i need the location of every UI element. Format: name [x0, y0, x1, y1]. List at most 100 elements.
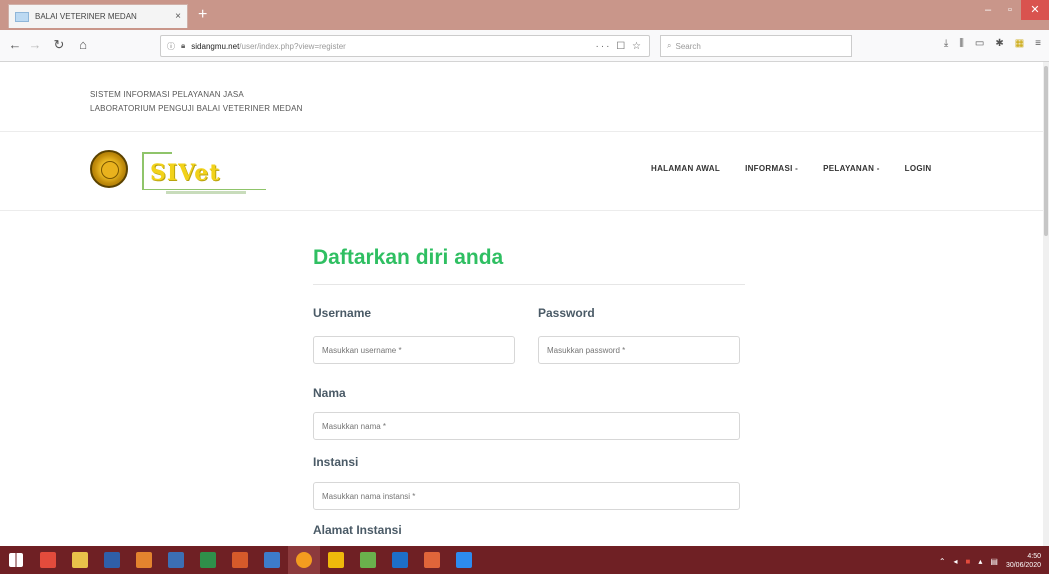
minimize-button[interactable]: – [977, 0, 999, 20]
forward-icon[interactable]: → [26, 37, 44, 52]
logo-frame [142, 152, 148, 190]
network-icon[interactable]: ▴ [978, 557, 982, 566]
app-icon [264, 552, 280, 568]
taskbar-app[interactable] [416, 546, 448, 574]
tab-title: BALAI VETERINER MEDAN [35, 12, 137, 21]
menu-pelayanan[interactable]: PELAYANAN - [823, 164, 880, 173]
window-controls: – ▫ ✕ [977, 0, 1049, 20]
site-info-line1: SISTEM INFORMASI PELAYANAN JASA [90, 90, 244, 99]
password-input[interactable] [538, 336, 740, 364]
site-info: SISTEM INFORMASI PELAYANAN JASA LABORATO… [90, 88, 303, 116]
app-icon [328, 552, 344, 568]
toolbar-icons: ⤓ ⫼ ▭ ✱ ▦ ≡ [944, 38, 1041, 49]
lock-icon: 🔒︎ [181, 41, 186, 50]
taskbar-app[interactable] [352, 546, 384, 574]
extension-icon[interactable]: ✱ [995, 38, 1003, 49]
divider [0, 210, 1049, 211]
instansi-label: Instansi [313, 455, 359, 469]
menu-halaman-awal[interactable]: HALAMAN AWAL [651, 164, 720, 173]
taskbar: ⌃ ◂ ■ ▴ ▤ 4:50 30/06/2020 [0, 546, 1049, 574]
taskbar-app[interactable] [384, 546, 416, 574]
addon-icon[interactable]: ▦ [1015, 38, 1024, 49]
taskbar-app[interactable] [192, 546, 224, 574]
app-icon [424, 552, 440, 568]
taskbar-app[interactable] [224, 546, 256, 574]
instansi-input[interactable] [313, 482, 740, 510]
start-button[interactable] [0, 546, 32, 574]
alamat-instansi-label: Alamat Instansi [313, 523, 402, 537]
main-menu: HALAMAN AWAL INFORMASI - PELAYANAN - LOG… [651, 164, 932, 173]
divider [0, 131, 1049, 132]
excel-icon [200, 552, 216, 568]
scrollbar-thumb[interactable] [1044, 66, 1048, 236]
home-icon[interactable]: ⌂ [74, 37, 92, 52]
url-bar[interactable]: ⓘ 🔒︎ sidangmu.net/user/index.php?view=re… [160, 35, 650, 57]
logo-tagline [166, 191, 246, 194]
nama-input[interactable] [313, 412, 740, 440]
logo-underline [142, 189, 266, 190]
password-label: Password [538, 306, 595, 320]
windows-icon [9, 553, 23, 567]
sivet-logo[interactable]: SIVet [142, 152, 266, 196]
browser-tab[interactable]: BALAI VETERINER MEDAN × [8, 4, 188, 28]
search-placeholder: Search [675, 41, 701, 51]
system-tray: ⌃ ◂ ■ ▴ ▤ 4:50 30/06/2020 [939, 552, 1041, 570]
url-host: sidangmu.net [191, 41, 240, 51]
info-icon[interactable]: ⓘ [167, 41, 175, 52]
app-icon [136, 552, 152, 568]
browser-tab-bar: BALAI VETERINER MEDAN × + – ▫ ✕ [0, 0, 1049, 30]
title-divider [313, 284, 745, 285]
url-path: /user/index.php?view=register [239, 41, 346, 51]
library-icon[interactable]: ⫼ [959, 38, 964, 49]
download-icon[interactable]: ⤓ [944, 38, 948, 49]
taskbar-app[interactable] [320, 546, 352, 574]
explorer-icon [72, 552, 88, 568]
username-label: Username [313, 306, 372, 320]
taskbar-app[interactable] [64, 546, 96, 574]
search-icon: ⌕ [667, 41, 672, 50]
taskbar-app[interactable] [256, 546, 288, 574]
logo-frame-top [142, 152, 172, 154]
emblem-logo [90, 150, 128, 188]
firefox-icon [296, 552, 312, 568]
menu-login[interactable]: LOGIN [905, 164, 932, 173]
tab-favicon-icon [15, 11, 29, 22]
tray-arrow-icon[interactable]: ⌃ [939, 557, 946, 566]
clock[interactable]: 4:50 30/06/2020 [1006, 552, 1041, 570]
app-icon [232, 552, 248, 568]
app-icon [456, 552, 472, 568]
close-window-button[interactable]: ✕ [1021, 0, 1049, 20]
antivirus-icon[interactable]: ■ [966, 557, 971, 566]
menu-informasi[interactable]: INFORMASI - [745, 164, 798, 173]
app-icon [168, 552, 184, 568]
form-title: Daftarkan diri anda [313, 246, 504, 269]
page-actions-icon[interactable]: ··· ☐ ☆ [596, 41, 643, 52]
taskbar-app[interactable] [96, 546, 128, 574]
search-input[interactable]: ⌕ Search [660, 35, 852, 57]
menu-icon[interactable]: ≡ [1035, 38, 1041, 49]
sidebar-icon[interactable]: ▭ [975, 38, 984, 49]
app-icon [104, 552, 120, 568]
taskbar-app[interactable] [32, 546, 64, 574]
browser-nav-bar: ← → ↻ ⌂ ⓘ 🔒︎ sidangmu.net/user/index.php… [0, 30, 1049, 62]
app-icon [360, 552, 376, 568]
clock-time: 4:50 [1027, 553, 1041, 560]
username-input[interactable] [313, 336, 515, 364]
taskbar-app[interactable] [448, 546, 480, 574]
taskbar-app[interactable] [288, 546, 320, 574]
taskbar-app[interactable] [128, 546, 160, 574]
taskbar-app[interactable] [160, 546, 192, 574]
notification-icon[interactable]: ▤ [990, 557, 998, 566]
new-tab-button[interactable]: + [198, 6, 207, 24]
app-icon [40, 552, 56, 568]
maximize-button[interactable]: ▫ [999, 0, 1021, 20]
nama-label: Nama [313, 386, 346, 400]
site-info-line2: LABORATORIUM PENGUJI BALAI VETERINER MED… [90, 104, 303, 113]
clock-date: 30/06/2020 [1005, 562, 1041, 569]
tab-close-icon[interactable]: × [175, 11, 181, 22]
logo-text: SIVet [150, 160, 221, 186]
reload-icon[interactable]: ↻ [50, 37, 68, 53]
app-icon [392, 552, 408, 568]
back-icon[interactable]: ← [6, 37, 24, 52]
volume-icon[interactable]: ◂ [954, 557, 958, 566]
